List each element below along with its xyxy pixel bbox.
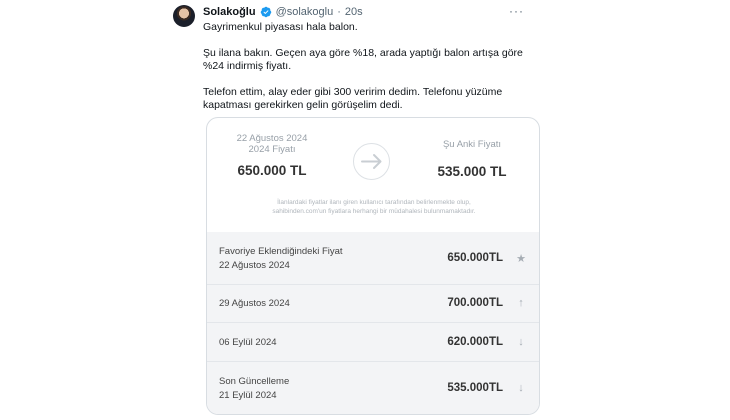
verified-badge-icon (260, 6, 271, 18)
avatar[interactable] (173, 5, 195, 27)
disclaimer-line: İlanlardaki fiyatlar ilanı giren kullanı… (277, 199, 471, 206)
history-price: 620.000TL (447, 336, 503, 348)
history-date: 29 Ağustos 2024 (219, 298, 290, 309)
history-title: Son Güncelleme (219, 376, 290, 387)
arrow-down-icon: ↓ (518, 382, 524, 394)
tweet-paragraph: Gayrimenkul piyasası hala balon. (203, 21, 358, 33)
history-row: Favoriye Eklendiğindeki Fiyat 22 Ağustos… (207, 232, 539, 285)
tweet-text: Gayrimenkul piyasası hala balon. Şu ilan… (203, 21, 533, 125)
history-date: 22 Ağustos 2024 (219, 260, 290, 271)
tweet: Solakoğlu @solakoglu · 20s ··· Gayrimenk… (0, 0, 730, 420)
current-price-value: 535.000 TL (437, 164, 507, 179)
history-row: Son Güncelleme 21 Eylül 2024 535.000TL ↓ (207, 362, 539, 414)
history-row: 29 Ağustos 2024 700.000TL ↑ (207, 285, 539, 323)
history-price: 650.000TL (447, 252, 503, 264)
history-title: Favoriye Eklendiğindeki Fiyat (219, 246, 343, 257)
price-history-card[interactable]: 22 Ağustos 2024 2024 Fiyatı 650.000 TL Ş… (206, 117, 540, 415)
disclaimer: İlanlardaki fiyatlar ilanı giren kullanı… (227, 199, 521, 216)
price-history-list: Favoriye Eklendiğindeki Fiyat 22 Ağustos… (207, 232, 539, 414)
arrow-down-icon: ↓ (518, 336, 524, 348)
history-date: 21 Eylül 2024 (219, 390, 277, 401)
tweet-paragraph: Şu ilana bakın. Geçen aya göre %18, arad… (203, 47, 523, 72)
history-date: 06 Eylül 2024 (219, 337, 277, 348)
history-price: 535.000TL (447, 382, 503, 394)
tweet-time[interactable]: 20s (345, 6, 363, 18)
old-price-date: 22 Ağustos 2024 (236, 133, 308, 144)
separator-dot: · (337, 6, 341, 18)
history-price: 700.000TL (447, 297, 503, 309)
disclaimer-line: sahibinden.com'un fiyatlara herhangi bir… (272, 207, 476, 215)
old-price-value: 650.000 TL (237, 163, 307, 178)
arrow-up-icon: ↑ (518, 297, 524, 309)
tweet-header: Solakoğlu @solakoglu · 20s (203, 6, 363, 18)
old-price-column: 22 Ağustos 2024 2024 Fiyatı 650.000 TL (207, 133, 337, 178)
arrow-right-icon (353, 143, 390, 180)
current-price-column: Şu Anki Fiyatı 535.000 TL (407, 133, 537, 179)
history-row: 06 Eylül 2024 620.000TL ↓ (207, 323, 539, 362)
author-handle[interactable]: @solakoglu (276, 6, 334, 18)
old-price-label: 2024 Fiyatı (248, 144, 296, 155)
current-price-label: Şu Anki Fiyatı (442, 139, 502, 150)
more-icon[interactable]: ··· (509, 4, 524, 18)
tweet-paragraph: Telefon ettim, alay eder gibi 300 veriri… (203, 86, 503, 111)
price-compare: 22 Ağustos 2024 2024 Fiyatı 650.000 TL Ş… (207, 118, 539, 232)
author-name[interactable]: Solakoğlu (203, 6, 256, 18)
star-icon: ★ (516, 253, 526, 265)
